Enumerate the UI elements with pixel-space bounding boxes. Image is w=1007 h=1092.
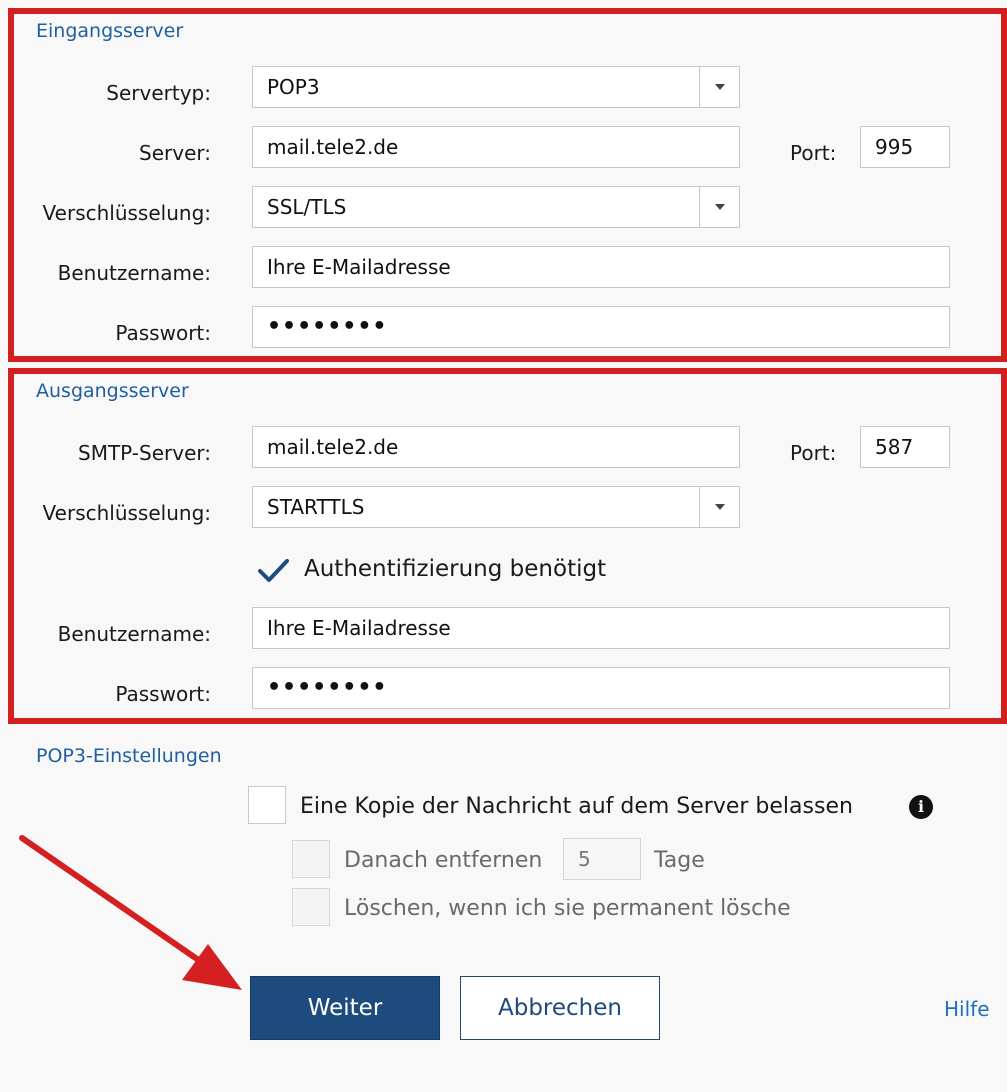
days-unit-label: Tage	[654, 848, 705, 873]
delete-permanent-checkbox[interactable]	[292, 888, 330, 926]
outgoing-highlight-box	[8, 368, 1007, 724]
remove-after-label: Danach entfernen	[344, 848, 543, 873]
keep-copy-label[interactable]: Eine Kopie der Nachricht auf dem Server …	[300, 794, 853, 819]
next-button[interactable]: Weiter	[250, 976, 440, 1040]
remove-after-checkbox[interactable]	[292, 840, 330, 878]
cancel-button[interactable]: Abbrechen	[460, 976, 660, 1040]
red-arrow	[19, 835, 242, 990]
pop3-section-title: POP3-Einstellungen	[36, 745, 222, 767]
days-input[interactable]: 5	[563, 838, 641, 880]
info-icon[interactable]: i	[909, 795, 933, 819]
help-link[interactable]: Hilfe	[944, 997, 990, 1021]
incoming-highlight-box	[8, 8, 1007, 362]
keep-copy-checkbox[interactable]	[248, 786, 286, 824]
delete-permanent-label: Löschen, wenn ich sie permanent lösche	[344, 896, 791, 921]
